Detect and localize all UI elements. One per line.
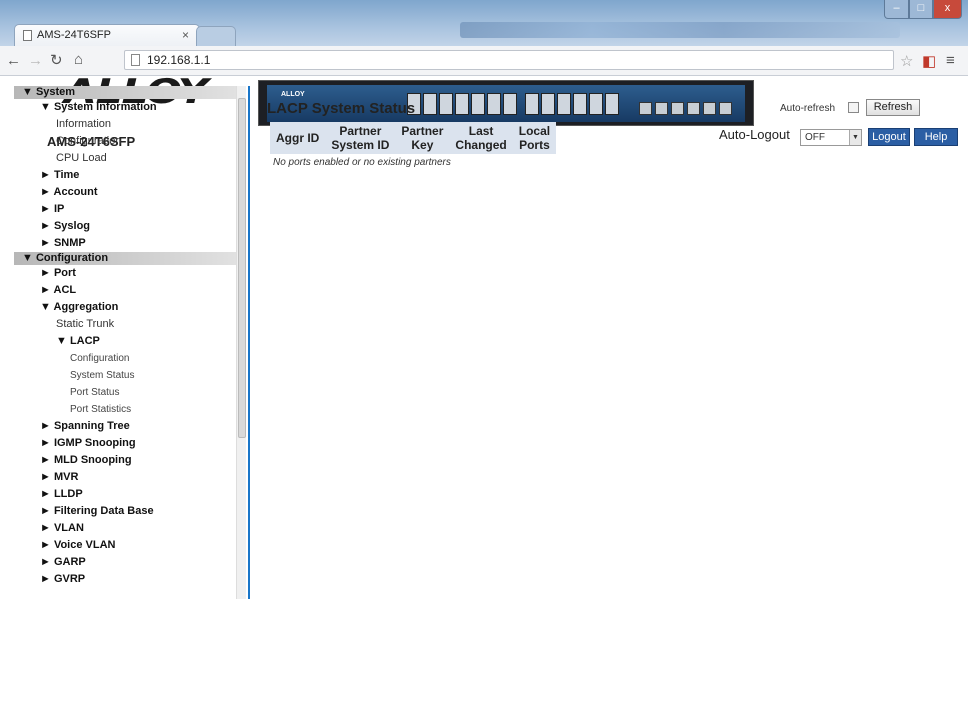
menu-section-system[interactable]: ▼ System <box>14 86 236 99</box>
help-button[interactable]: Help <box>914 128 958 146</box>
sfp-ports <box>639 102 732 115</box>
maximize-button[interactable]: □ <box>909 0 933 19</box>
back-icon[interactable]: ← <box>6 52 21 69</box>
empty-table-message: No ports enabled or no existing partners <box>273 157 451 168</box>
menu-spanning-tree[interactable]: ► Spanning Tree <box>14 418 236 435</box>
menu-vlan[interactable]: ► VLAN <box>14 520 236 537</box>
translate-icon[interactable]: ◧ <box>922 52 936 70</box>
page-icon <box>131 54 140 66</box>
menu-aggregation[interactable]: ▼ Aggregation <box>14 299 236 316</box>
menu-garp[interactable]: ► GARP <box>14 554 236 571</box>
auto-refresh-checkbox[interactable] <box>848 102 859 113</box>
port-group-2 <box>525 93 619 115</box>
menu-voice-vlan[interactable]: ► Voice VLAN <box>14 537 236 554</box>
new-tab-button[interactable] <box>196 26 236 46</box>
auto-refresh-label: Auto-refresh <box>780 103 836 114</box>
menu-lacp-system-status[interactable]: System Status <box>14 367 236 384</box>
menu-mvr[interactable]: ► MVR <box>14 469 236 486</box>
menu-syslog[interactable]: ► Syslog <box>14 218 236 235</box>
sidebar-menu: ▼ System ▼ System Information Informatio… <box>14 86 236 599</box>
menu-static-trunk[interactable]: Static Trunk <box>14 316 236 333</box>
menu-system-configuration[interactable]: Configuration <box>14 133 236 150</box>
menu-cpu-load[interactable]: CPU Load <box>14 150 236 167</box>
url-text: 192.168.1.1 <box>147 53 211 67</box>
chevron-down-icon: ▼ <box>849 130 861 145</box>
menu-gvrp[interactable]: ► GVRP <box>14 571 236 588</box>
col-local-ports: Local Ports <box>512 122 557 154</box>
page-icon <box>23 30 32 41</box>
tab-close-icon[interactable]: × <box>182 28 189 42</box>
bookmark-star-icon[interactable]: ☆ <box>900 52 913 70</box>
auto-logout-label: Auto-Logout <box>719 127 790 142</box>
reload-icon[interactable]: ↻ <box>50 51 63 69</box>
menu-account[interactable]: ► Account <box>14 184 236 201</box>
col-partner-system-id: Partner System ID <box>325 122 396 154</box>
address-bar[interactable]: 192.168.1.1 <box>124 50 894 70</box>
menu-icon[interactable]: ≡ <box>946 52 955 69</box>
sidebar-scrollbar[interactable] <box>236 86 246 599</box>
auto-logout-value: OFF <box>805 132 825 143</box>
menu-mld-snooping[interactable]: ► MLD Snooping <box>14 452 236 469</box>
logout-button[interactable]: Logout <box>868 128 910 146</box>
menu-information[interactable]: Information <box>14 116 236 133</box>
col-partner-key: Partner Key <box>395 122 450 154</box>
home-icon[interactable]: ⌂ <box>74 51 83 68</box>
menu-lacp[interactable]: ▼ LACP <box>14 333 236 350</box>
close-window-button[interactable]: x <box>933 0 962 19</box>
port-group-1 <box>407 93 517 115</box>
menu-system-information[interactable]: ▼ System Information <box>14 99 236 116</box>
browser-tab[interactable]: AMS-24T6SFP × <box>14 24 200 46</box>
background-tabs <box>460 22 900 38</box>
menu-ip[interactable]: ► IP <box>14 201 236 218</box>
page-title: LACP System Status <box>267 100 416 117</box>
window-controls: – □ x <box>884 0 962 20</box>
minimize-button[interactable]: – <box>884 0 909 19</box>
scrollbar-thumb[interactable] <box>238 98 246 438</box>
switch-brand: ALLOY <box>281 91 305 98</box>
frame-divider <box>248 86 250 599</box>
forward-icon[interactable]: → <box>28 52 43 69</box>
col-last-changed: Last Changed <box>449 122 513 154</box>
table-header-row: Aggr ID Partner System ID Partner Key Last… <box>270 122 557 154</box>
col-aggr-id: Aggr ID <box>270 122 326 154</box>
menu-acl[interactable]: ► ACL <box>14 282 236 299</box>
lacp-status-table: Aggr ID Partner System ID Partner Key Last… <box>270 122 557 154</box>
menu-lacp-port-statistics[interactable]: Port Statistics <box>14 401 236 418</box>
menu-lacp-configuration[interactable]: Configuration <box>14 350 236 367</box>
menu-lacp-port-status[interactable]: Port Status <box>14 384 236 401</box>
tab-title: AMS-24T6SFP <box>37 29 111 41</box>
auto-logout-select[interactable]: OFF ▼ <box>800 129 862 146</box>
menu-time[interactable]: ► Time <box>14 167 236 184</box>
menu-snmp[interactable]: ► SNMP <box>14 235 236 252</box>
menu-port[interactable]: ► Port <box>14 265 236 282</box>
menu-section-configuration[interactable]: ▼ Configuration <box>14 252 236 265</box>
menu-lldp[interactable]: ► LLDP <box>14 486 236 503</box>
menu-igmp-snooping[interactable]: ► IGMP Snooping <box>14 435 236 452</box>
menu-filtering-data-base[interactable]: ► Filtering Data Base <box>14 503 236 520</box>
refresh-button[interactable]: Refresh <box>866 99 920 116</box>
